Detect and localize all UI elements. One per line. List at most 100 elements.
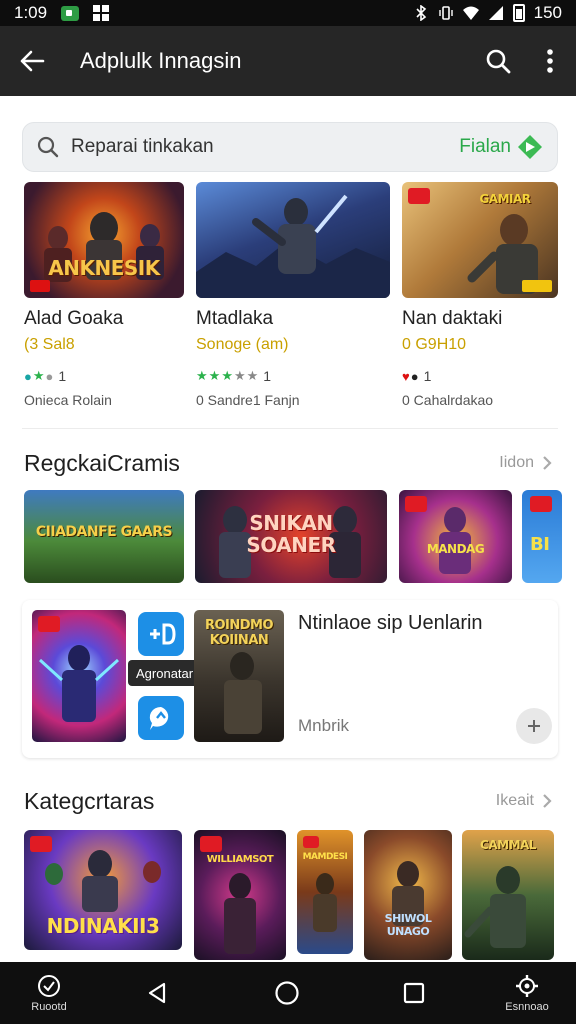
featured-thumb-title: ROINDMO KOIINAN [204, 618, 274, 648]
square-recents-icon [403, 982, 425, 1004]
app-icon-chat[interactable] [138, 696, 184, 740]
search-icon [37, 136, 59, 158]
app-bar: Adplulk Innagsin [0, 26, 576, 96]
game-card[interactable]: Mtadlaka Sonoge (am) ★ ★ ★ ★ ★ 1 0 Sandre1 F… [196, 182, 390, 408]
vibrate-icon [438, 6, 453, 20]
recommended-card[interactable]: SNIKAN SOANER [195, 490, 387, 583]
featured-thumbnail[interactable] [32, 610, 126, 742]
tooltip: Agronatar [128, 660, 202, 686]
featured-title: Ntinlaoe sip Uenlarin [298, 612, 483, 634]
notification-app-icon [61, 5, 80, 21]
chevron-right-icon [543, 456, 552, 470]
game-developer: 0 Cahalrdakao [402, 392, 494, 408]
nav-back-button[interactable] [140, 962, 174, 1024]
recommended-card[interactable]: BI [522, 490, 562, 583]
rating-count: 1 [423, 368, 432, 384]
featured-thumbnail[interactable]: ROINDMO KOIINAN [194, 610, 284, 742]
nav-home-button[interactable]: Ruootd [14, 962, 84, 1024]
add-button[interactable] [516, 708, 552, 744]
game-badge [405, 496, 427, 512]
more-options-button[interactable] [524, 26, 576, 96]
triangle-back-icon [148, 982, 166, 1004]
signal-icon [488, 6, 503, 20]
search-button[interactable] [472, 26, 524, 96]
game-badge [303, 836, 319, 848]
see-more-label: Iidon [499, 454, 534, 471]
see-more-button[interactable]: Iidon [499, 454, 552, 472]
category-card[interactable]: WILLIAMSOT [194, 830, 286, 960]
game-art [392, 861, 424, 926]
game-badge [200, 836, 222, 852]
game-card[interactable]: ANKNESIK Alad Goaka (3 Sal8 ● ★ ● 1 Onieca… [24, 182, 184, 408]
game-developer: 0 Sandre1 Fanjn [196, 392, 300, 408]
category-title: CAMMAL [480, 838, 536, 852]
game-badge [30, 836, 52, 852]
gear-icon [516, 974, 538, 997]
back-button[interactable] [0, 26, 64, 96]
recommended-card-title: SNIKAN SOANER [246, 511, 336, 557]
status-bar: 1:09 150 [0, 0, 576, 26]
game-card[interactable]: GAMIAR Nan daktaki 0 G9H10 ♥ ● 1 0 Cahalr… [402, 182, 558, 408]
nav-label: Ruootd [31, 1000, 67, 1013]
section-header-categories: Kategcrtaras Ikeait [24, 784, 552, 818]
category-card[interactable]: MAMDESI [297, 830, 353, 954]
play-store-icon[interactable] [517, 134, 543, 160]
top-games-row: ANKNESIK Alad Goaka (3 Sal8 ● ★ ● 1 Onieca… [0, 182, 576, 412]
game-title: Mtadlaka [196, 308, 274, 329]
featured-subtitle: Mnbrik [298, 716, 350, 735]
plus-icon [528, 720, 540, 732]
nav-home-circle-button[interactable] [270, 962, 304, 1024]
divider [22, 428, 558, 429]
game-thumbnail[interactable] [196, 182, 390, 298]
game-art [196, 194, 390, 298]
category-title: NDINAKII3 [46, 914, 160, 938]
battery-icon [512, 4, 525, 22]
game-thumbnail[interactable]: ANKNESIK [24, 182, 184, 298]
featured-card[interactable]: Agronatar ROINDMO KOIINAN Ntinlaoe sip U… [22, 600, 558, 758]
recommended-card-title: CIIADANFE GAARS [35, 524, 173, 540]
rating-count: 1 [263, 368, 272, 384]
category-title: SHIWOL UNAGO [384, 912, 432, 938]
search-input[interactable]: Reparai tinkakan [71, 136, 459, 158]
recommended-card[interactable]: CIIADANFE GAARS [24, 490, 184, 583]
check-circle-icon [38, 974, 60, 997]
category-card[interactable]: SHIWOL UNAGO [364, 830, 452, 960]
see-more-label: Ikeait [495, 792, 534, 809]
category-title: WILLIAMSOT [206, 854, 274, 865]
game-thumb-title: ANKNESIK [48, 256, 160, 280]
nav-recents-button[interactable] [398, 962, 430, 1024]
search-field[interactable]: Reparai tinkakan Fialan [22, 122, 558, 172]
game-title: Alad Goaka [24, 308, 124, 329]
battery-level: 150 [533, 3, 562, 22]
status-time: 1:09 [14, 3, 48, 22]
game-art [313, 873, 337, 932]
game-badge [522, 280, 552, 292]
section-header-recommended: RegckaiCramis Iidon [24, 446, 552, 480]
recommended-card-title: BI [530, 534, 550, 555]
game-badge [30, 280, 50, 292]
rating-count: 1 [58, 368, 67, 384]
categories-row: NDINAKII3 WILLIAMSOT MAMDESI SHIWOL UNAG… [0, 830, 576, 960]
game-rating: ★ ★ ★ ★ ★ 1 [196, 368, 272, 384]
category-card[interactable]: CAMMAL [462, 830, 554, 960]
game-rating: ♥ ● 1 [402, 368, 432, 384]
category-card[interactable]: NDINAKII3 [24, 830, 182, 950]
game-price: (3 Sal8 [24, 336, 75, 353]
game-thumbnail[interactable]: GAMIAR [402, 182, 558, 298]
game-badge [530, 496, 552, 512]
game-title: Nan daktaki [402, 308, 503, 329]
recommended-row: CIIADANFE GAARS SNIKAN SOANER MANDAG BI [0, 490, 576, 584]
game-rating: ● ★ ● 1 [24, 368, 67, 384]
page-title: Adplulk Innagsin [80, 48, 242, 73]
section-title: RegckaiCramis [24, 449, 180, 476]
grid-icon [93, 5, 110, 21]
nav-settings-button[interactable]: Esnnoao [492, 962, 562, 1024]
chat-icon [149, 706, 169, 730]
app-icon-blue[interactable] [138, 612, 184, 656]
search-icon [486, 49, 511, 74]
recommended-card[interactable]: MANDAG [399, 490, 512, 583]
bluetooth-icon [416, 5, 426, 21]
game-developer: Onieca Rolain [24, 392, 112, 408]
see-more-button[interactable]: Ikeait [496, 792, 552, 810]
nav-label: Esnnoao [505, 1000, 549, 1013]
